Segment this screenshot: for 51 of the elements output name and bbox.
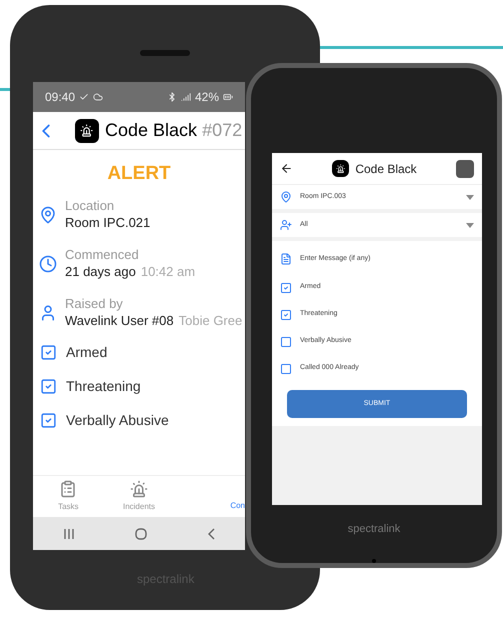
battery-percent: 42% [194,89,219,106]
location-pin-icon [39,206,57,224]
nav-tab[interactable]: Con [174,482,245,512]
flag-label: Armed [66,343,108,362]
flag-label: Verbally Abusive [66,411,169,430]
detail-label: Raised by [65,294,124,312]
nav-tab[interactable]: Tasks [33,480,104,513]
siren-badge-icon [332,160,350,177]
detail-extra: Tobie Gree [178,312,242,328]
document-icon [280,253,292,265]
person-icon [39,304,57,322]
checked-checkbox-icon[interactable] [280,282,292,294]
cloud-icon [93,92,104,102]
check-icon [79,92,90,102]
siren-badge-icon [75,118,99,142]
checkbox-icon[interactable] [280,362,292,374]
clock-icon [39,254,57,272]
signal-icon [180,92,191,102]
detail-label: Location [65,196,116,214]
home-icon[interactable] [134,528,146,540]
siren-icon [130,480,148,498]
caret-icon [466,194,474,200]
header-title: Code Black [105,119,198,142]
bluetooth-icon [166,92,177,102]
location-pin-icon [280,191,292,203]
header-title: Code Black [355,160,417,178]
checked-checkbox-icon[interactable] [40,344,57,361]
checked-checkbox-icon[interactable] [40,378,57,395]
detail-value: 21 days ago [65,262,136,280]
recent-apps-icon[interactable] [64,528,74,540]
status-time: 09:40 [45,89,76,106]
add-person-icon [280,219,292,231]
checked-checkbox-icon[interactable] [40,412,57,429]
detail-value: Wavelink User #08 [65,312,174,328]
incident-number: #072 [202,119,242,142]
clipboard-icon [59,480,78,498]
speaker-slot [140,50,190,56]
brand-logo: spectralink [348,522,400,536]
battery-icon [223,92,233,102]
detail-label: Commenced [65,246,140,262]
back-arrow-icon[interactable] [280,162,293,175]
detail-value: Room IPC.021 [65,214,150,230]
checkbox-icon[interactable] [280,336,292,348]
avatar-placeholder [456,160,474,178]
nav-tab[interactable]: Incidents [104,480,174,513]
flag-label: Threatening [66,377,141,396]
checked-checkbox-icon[interactable] [280,308,292,320]
caret-icon [466,222,474,228]
alert-heading: ALERT [107,162,171,186]
back-icon[interactable] [208,528,214,540]
detail-extra: 10:42 am [140,262,196,280]
